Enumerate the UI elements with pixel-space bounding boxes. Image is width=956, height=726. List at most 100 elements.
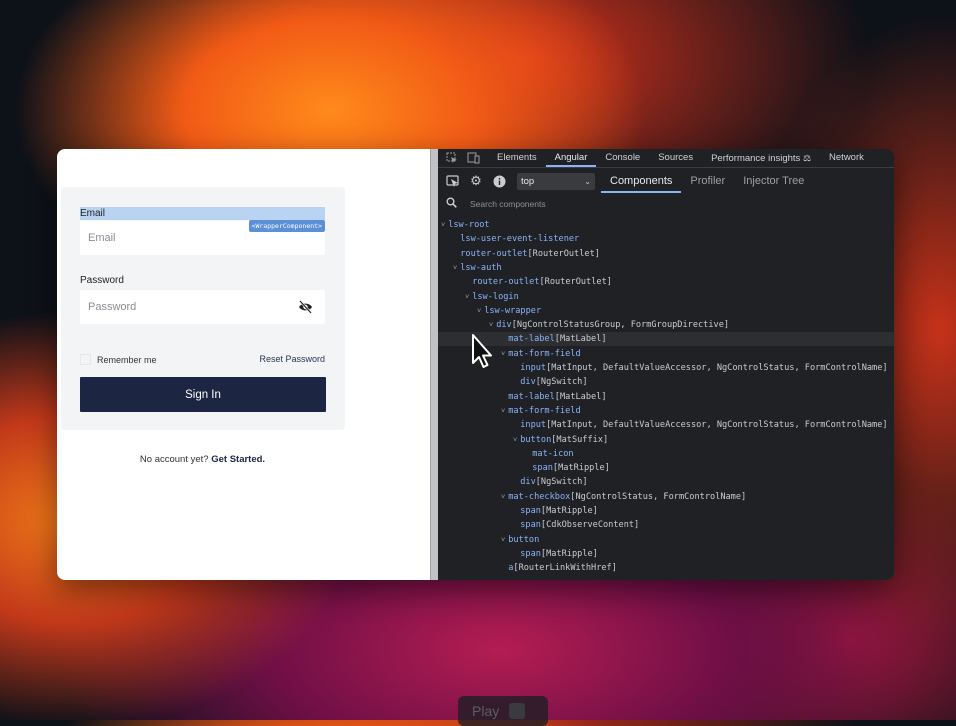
devtools-tabbar: Elements Angular Console Sources Perform… — [438, 149, 894, 168]
subtab-profiler[interactable]: Profiler — [681, 169, 734, 193]
tree-node[interactable]: ˅ lsw-wrapper — [438, 304, 894, 318]
tree-node-name: lsw-root — [448, 220, 490, 230]
expand-arrow-icon[interactable]: ˅ — [477, 307, 481, 315]
play-shortcut-icon — [509, 703, 526, 719]
tree-node-directives: [RouterOutlet] — [527, 248, 600, 259]
tree-node[interactable]: ˅ lsw-root — [438, 218, 894, 232]
tree-node[interactable]: span[CdkObserveContent] — [438, 518, 894, 532]
inspect-component-icon[interactable] — [445, 173, 461, 189]
info-icon[interactable] — [491, 173, 507, 189]
inspect-element-icon[interactable] — [445, 151, 459, 165]
sign-in-button[interactable]: Sign In — [80, 377, 326, 412]
tree-node-name: div — [496, 320, 512, 331]
expand-arrow-icon[interactable]: ˅ — [501, 407, 505, 415]
tree-node[interactable]: router-outlet[RouterOutlet] — [438, 247, 894, 261]
tree-node[interactable]: ˅ mat-form-field — [438, 347, 894, 361]
tree-node[interactable]: mat-icon — [438, 447, 894, 461]
tree-node[interactable]: ˅ mat-checkbox[NgControlStatus, FormContr… — [438, 490, 894, 504]
tab-elements[interactable]: Elements — [488, 149, 546, 167]
expand-arrow-icon[interactable]: ˅ — [501, 350, 505, 358]
expand-arrow-icon[interactable]: ˅ — [453, 264, 457, 272]
tab-sources[interactable]: Sources — [649, 149, 702, 167]
expand-arrow-icon[interactable]: ˅ — [513, 436, 517, 444]
pane-divider[interactable] — [430, 149, 438, 580]
tree-node-directives: [NgSwitch] — [535, 477, 588, 488]
tree-node[interactable]: div[NgSwitch] — [438, 475, 894, 489]
wrapper-component-badge: <WrapperComponent> — [248, 220, 325, 232]
tree-node-directives: [MatSuffix] — [551, 434, 609, 445]
component-search[interactable]: Search components — [438, 194, 894, 214]
tree-node-name: mat-icon — [532, 448, 574, 459]
tree-node[interactable]: ˅ mat-form-field — [438, 404, 894, 418]
get-started-link[interactable]: Get Started. — [211, 454, 265, 465]
tree-node[interactable]: router-outlet[RouterOutlet] — [438, 275, 894, 289]
chevron-down-icon: ⌄ — [584, 176, 591, 186]
tree-node[interactable]: span[MatRipple] — [438, 461, 894, 475]
subtab-injector-tree[interactable]: Injector Tree — [734, 169, 813, 193]
tree-node[interactable]: lsw-user-event-listener — [438, 232, 894, 246]
tree-node[interactable]: ˅ lsw-login — [438, 290, 894, 304]
tree-node[interactable]: span[MatRipple] — [438, 504, 894, 518]
tree-node[interactable]: ˅ div[NgControlStatusGroup, FormGroupDire… — [438, 318, 894, 332]
tree-node-directives: [NgControlStatusGroup, FormGroupDirectiv… — [511, 320, 730, 331]
tree-node-name: input — [520, 363, 547, 373]
no-account-text: No account yet? — [139, 454, 209, 465]
tab-performance-insights-label: Performance insights — [711, 153, 801, 164]
tree-node[interactable]: ˅ button[MatSuffix] — [438, 433, 894, 447]
play-overlay-button[interactable]: Play — [458, 696, 548, 726]
expand-arrow-icon[interactable]: ˅ — [489, 321, 493, 329]
tab-angular[interactable]: Angular — [545, 149, 597, 167]
tree-node[interactable]: div[NgSwitch] — [438, 375, 894, 389]
tree-node[interactable]: a[RouterLinkWithHref] — [438, 561, 894, 575]
frame-select-value: top — [521, 175, 535, 187]
remember-label: Remember me — [97, 354, 157, 365]
tab-console[interactable]: Console — [596, 149, 649, 167]
reset-password-link[interactable]: Reset Password — [259, 354, 325, 364]
tab-performance-insights[interactable]: Performance insights ⚖ — [702, 149, 820, 167]
remember-checkbox[interactable] — [80, 354, 91, 365]
tab-network[interactable]: Network — [820, 149, 873, 167]
tree-node-directives: [MatInput, DefaultValueAccessor, NgContr… — [546, 363, 888, 373]
expand-arrow-icon[interactable]: ˅ — [501, 493, 505, 501]
tree-node[interactable]: input[MatInput, DefaultValueAccessor, Ng… — [438, 361, 894, 375]
tree-node-name: button — [520, 434, 552, 445]
tree-node[interactable]: mat-label[MatLabel] — [438, 332, 894, 347]
tree-node-name: lsw-wrapper — [484, 305, 542, 316]
expand-arrow-icon[interactable]: ˅ — [465, 293, 469, 301]
tree-node-name: input — [520, 420, 547, 431]
tree-node-name: span — [520, 506, 541, 516]
tree-node-name: div — [520, 377, 536, 388]
frame-select[interactable]: top ⌄ — [517, 172, 595, 190]
expand-arrow-icon[interactable]: ˅ — [501, 536, 505, 544]
email-placeholder: Email — [88, 232, 116, 244]
eye-off-icon[interactable] — [298, 300, 313, 314]
search-icon — [446, 197, 458, 211]
tree-node-name: mat-checkbox — [508, 491, 571, 502]
tree-node[interactable]: mat-label[MatLabel] — [438, 390, 894, 404]
tree-node[interactable]: span[MatRipple] — [438, 547, 894, 561]
tree-node[interactable]: input[MatInput, DefaultValueAccessor, Ng… — [438, 418, 894, 432]
tree-node-name: button — [508, 534, 540, 545]
expand-arrow-icon[interactable]: ˅ — [441, 221, 445, 229]
tree-node-directives: [MatRipple] — [540, 506, 598, 516]
password-field[interactable]: Password — [80, 290, 325, 324]
tree-node-directives: [NgControlStatus, FormControlName] — [570, 491, 747, 502]
email-field[interactable]: Email <WrapperComponent> — [80, 220, 325, 255]
gear-icon[interactable]: ⚙ — [468, 173, 484, 189]
flask-icon: ⚖ — [802, 153, 812, 163]
subtab-components[interactable]: Components — [601, 169, 682, 193]
tree-node[interactable]: ˅ button — [438, 533, 894, 547]
tree-node[interactable]: ˅ lsw-auth — [438, 261, 894, 275]
device-toolbar-icon[interactable] — [466, 151, 480, 165]
remember-me[interactable]: Remember me — [80, 354, 157, 365]
no-account-row: No account yet? Get Started. — [57, 454, 348, 465]
